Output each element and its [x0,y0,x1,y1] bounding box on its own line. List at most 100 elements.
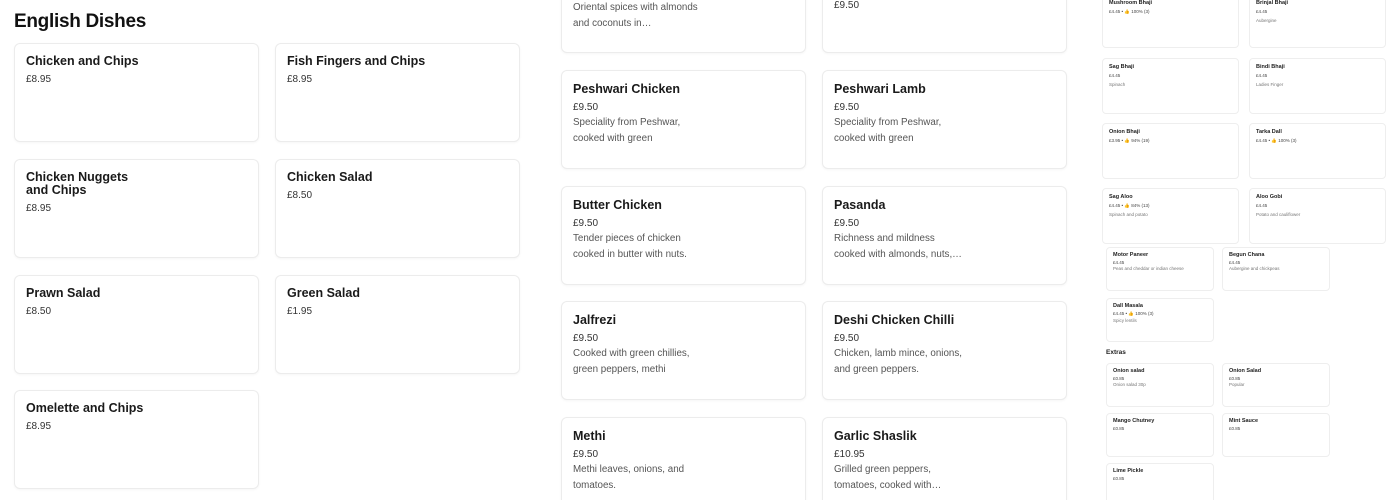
item-price: £8.50 [287,190,313,201]
menu-item-card[interactable]: Onion salad £0.85 Onion salad 30p [1106,363,1214,407]
item-name: Tarka Dall [1256,129,1282,135]
item-name: Onion Salad [1229,368,1262,374]
menu-item-card[interactable]: Green Salad £1.95 [275,275,520,374]
item-description: Peas and cheddar or indian cheese [1113,266,1184,271]
item-price: £4.45 • 👍 84% (13) [1109,203,1150,208]
item-name: Lime Pickle [1113,468,1144,474]
item-price: £8.95 [26,421,52,432]
item-name: Prawn Salad [26,286,101,300]
item-name: Jalfrezi [573,313,617,327]
item-name: Deshi Chicken Chilli [834,313,955,327]
menu-item-card[interactable]: Bindi Bhaji £4.45 Ladies Finger [1249,58,1386,114]
item-price: £0.85 [1229,426,1241,431]
item-price: £4.45 [1109,73,1121,78]
menu-item-card[interactable]: Tarka Dall £4.45 • 👍 100% (3) [1249,123,1386,179]
item-name: Chicken and Chips [26,54,139,68]
item-name: Butter Chicken [573,198,662,212]
item-price: £0.85 [1229,376,1241,381]
menu-item-card[interactable]: Peshwari Lamb £9.50 Speciality from Pesh… [822,70,1067,169]
item-description: Potato and cauliflower [1256,212,1301,217]
item-name: Chicken Salad [287,170,373,184]
menu-item-card[interactable]: Oriental spices with almonds and coconut… [561,0,806,53]
menu-item-card[interactable]: Mango Chutney £0.85 [1106,413,1214,457]
item-description: Grilled green peppers, tomatoes, cooked … [834,464,942,491]
item-price: £4.45 [1256,203,1268,208]
item-name: Mint Sauce [1229,418,1259,424]
menu-item-card[interactable]: Lime Pickle £0.85 [1106,463,1214,500]
item-price: £9.50 [834,333,860,344]
item-price: £10.95 [834,449,865,460]
item-name: Fish Fingers and Chips [287,54,426,68]
item-name: Peshwari Lamb [834,82,926,96]
item-description: Spinach and potato [1109,212,1148,217]
menu-item-card[interactable]: Pasanda £9.50 Richness and mildness cook… [822,186,1067,285]
menu-item-card[interactable]: Dall Masala £4.45 • 👍 100% (3) Spicy len… [1106,298,1214,342]
item-price: £9.50 [573,449,599,460]
menu-item-card[interactable]: Mint Sauce £0.85 [1222,413,1330,457]
menu-item-card[interactable]: Aloo Gobi £4.45 Potato and cauliflower [1249,188,1386,244]
menu-item-card[interactable]: Butter Chicken £9.50 Tender pieces of ch… [561,186,806,285]
item-description: Ladies Finger [1256,82,1284,87]
item-name: Brinjal Bhaji [1256,0,1289,6]
item-name: Motor Paneer [1113,252,1149,258]
menu-item-card[interactable]: £9.50 [822,0,1067,53]
item-price: £8.50 [26,306,52,317]
item-description: Aubergine [1256,18,1277,23]
menu-item-card[interactable]: Chicken Salad £8.50 [275,159,520,258]
menu-item-card[interactable]: Mushroom Bhaji £4.45 • 👍 100% (3) [1102,0,1239,48]
side-dishes-section: Mushroom Bhaji £4.45 • 👍 100% (3) Brinja… [1098,0,1400,500]
item-name: Begun Chana [1229,252,1265,258]
item-price: £4.45 [1256,73,1268,78]
item-price: £9.50 [573,218,599,229]
menu-item-card[interactable]: Sag Bhaji £4.45 Spinach [1102,58,1239,114]
menu-item-card[interactable]: Jalfrezi £9.50 Cooked with green chillie… [561,301,806,400]
item-price: £8.95 [26,203,52,214]
item-price: £3.95 • 👍 94% (19) [1109,138,1150,143]
item-price: £9.50 [834,102,860,113]
menu-item-card[interactable]: Onion Salad £0.85 Popular [1222,363,1330,407]
menu-item-card[interactable]: Peshwari Chicken £9.50 Speciality from P… [561,70,806,169]
item-description: Tender pieces of chicken cooked in butte… [573,233,687,260]
item-price: £8.95 [26,74,52,85]
menu-item-card[interactable]: Deshi Chicken Chilli £9.50 Chicken, lamb… [822,301,1067,400]
item-description: Speciality from Peshwar, cooked with gre… [573,117,681,144]
menu-item-card[interactable]: Prawn Salad £8.50 [14,275,259,374]
item-price: £9.50 [573,102,599,113]
section-title: English Dishes [14,11,147,32]
item-description: Cooked with green chillies, green pepper… [573,348,690,375]
curry-dishes-section: Oriental spices with almonds and coconut… [530,0,1085,500]
item-price: £9.50 [834,218,860,229]
item-name: Peshwari Chicken [573,82,680,96]
item-name: Chicken Nuggets and Chips [26,170,129,197]
item-name: Mango Chutney [1113,418,1155,424]
item-description: Methi leaves, onions, and tomatoes. [573,464,685,491]
item-price: £0.85 [1113,376,1125,381]
item-price: £0.85 [1113,426,1125,431]
menu-item-card[interactable]: Onion Bhaji £3.95 • 👍 94% (19) [1102,123,1239,179]
menu-item-card[interactable]: Begun Chana £4.45 Aubergine and chickpea… [1222,247,1330,291]
item-description: Oriental spices with almonds and coconut… [573,2,698,29]
item-description: Chicken, lamb mince, onions, and green p… [834,348,962,375]
item-name: Bindi Bhaji [1256,64,1285,70]
item-name: Omelette and Chips [26,401,144,415]
menu-item-card[interactable]: Motor Paneer £4.45 Peas and cheddar or i… [1106,247,1214,291]
item-price: £1.95 [287,306,313,317]
item-price: £9.50 [573,333,599,344]
item-price: £8.95 [287,74,313,85]
item-price: £4.45 [1256,9,1268,14]
item-name: Onion salad [1113,368,1145,374]
item-name: Dall Masala [1113,303,1143,309]
menu-item-card[interactable]: Brinjal Bhaji £4.45 Aubergine [1249,0,1386,48]
menu-item-card[interactable]: Chicken Nuggets and Chips £8.95 [14,159,259,258]
item-description: Aubergine and chickpeas [1229,266,1280,271]
menu-item-card[interactable]: Garlic Shaslik £10.95 Grilled green pepp… [822,417,1067,500]
item-description: Popular [1229,382,1245,387]
item-price: £9.50 [834,0,860,11]
menu-item-card[interactable]: Methi £9.50 Methi leaves, onions, and to… [561,417,806,500]
menu-item-card[interactable]: Omelette and Chips £8.95 [14,390,259,489]
item-name: Sag Aloo [1109,194,1133,200]
item-price: £4.45 • 👍 100% (3) [1109,9,1150,14]
menu-item-card[interactable]: Fish Fingers and Chips £8.95 [275,43,520,142]
menu-item-card[interactable]: Chicken and Chips £8.95 [14,43,259,142]
menu-item-card[interactable]: Sag Aloo £4.45 • 👍 84% (13) Spinach and … [1102,188,1239,244]
